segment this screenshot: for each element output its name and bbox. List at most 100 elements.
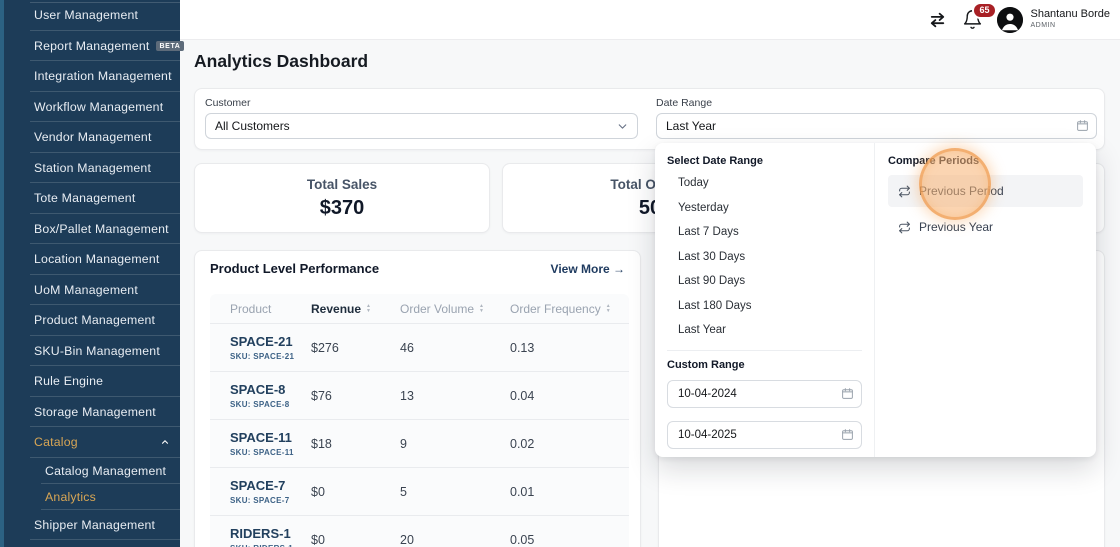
sidebar-item-label: Tote Management: [34, 191, 135, 205]
order-frequency-cell: 0.05: [510, 533, 629, 547]
sidebar-item-catalog-management[interactable]: Catalog Management: [4, 458, 180, 484]
sidebar-item-label: SKU-Bin Management: [34, 344, 160, 358]
sidebar-item-tote-management[interactable]: Tote Management: [4, 183, 180, 214]
sidebar-item-label: Vendor Management: [34, 130, 152, 144]
table-row: SPACE-21SKU: SPACE-21 $276 46 0.13: [210, 323, 629, 371]
revenue-cell: $0: [311, 533, 400, 547]
table-header-row: Product Revenue▲▼ Order Volume▲▼ Order F…: [210, 294, 629, 323]
page-title: Analytics Dashboard: [194, 51, 368, 72]
sidebar-item-label: Product Management: [34, 313, 155, 327]
revenue-cell: $276: [311, 341, 400, 355]
column-header-revenue[interactable]: Revenue▲▼: [311, 302, 400, 316]
revenue-cell: $76: [311, 389, 400, 403]
product-sku: SKU: SPACE-8: [230, 400, 311, 409]
sidebar-item-product-management[interactable]: Product Management: [4, 305, 180, 336]
product-sku: SKU: SPACE-7: [230, 496, 311, 505]
date-option-last-30-days[interactable]: Last 30 Days: [667, 245, 862, 270]
customer-field-group: Customer All Customers: [205, 97, 638, 139]
section-title: Product Level Performance: [210, 261, 379, 276]
customer-select-value: All Customers: [215, 119, 290, 133]
beta-badge: BETA: [156, 41, 185, 51]
sidebar-item-storage-management[interactable]: Storage Management: [4, 397, 180, 428]
custom-range-end-input[interactable]: [667, 421, 862, 449]
sidebar-item-label: Catalog Management: [45, 464, 166, 478]
sidebar-item-uom-management[interactable]: UoM Management: [4, 275, 180, 306]
compare-option-previous-period[interactable]: Previous Period: [888, 175, 1083, 207]
date-option-today[interactable]: Today: [667, 171, 862, 196]
compare-option-label: Previous Period: [919, 184, 1004, 198]
view-more-link[interactable]: View More →: [551, 262, 625, 276]
sidebar-nav: User Management Report ManagementBETA In…: [4, 0, 180, 540]
order-frequency-cell: 0.02: [510, 437, 629, 451]
sidebar-item-report-management[interactable]: Report ManagementBETA: [4, 31, 180, 62]
sidebar-item-label: Box/Pallet Management: [34, 222, 169, 236]
revenue-cell: $18: [311, 437, 400, 451]
sidebar-item-station-management[interactable]: Station Management: [4, 153, 180, 184]
main-content: Analytics Dashboard Customer All Custome…: [180, 40, 1120, 547]
transfer-button[interactable]: [927, 9, 948, 30]
sidebar-item-sku-bin-management[interactable]: SKU-Bin Management: [4, 336, 180, 367]
swap-arrows-icon: [927, 9, 948, 30]
sort-icon: ▲▼: [366, 304, 371, 313]
calendar-icon[interactable]: [1076, 119, 1089, 132]
product-name: RIDERS-1: [230, 526, 311, 542]
sidebar-item-workflow-management[interactable]: Workflow Management: [4, 92, 180, 123]
sidebar-item-label: Station Management: [34, 161, 151, 175]
product-performance-card: Product Level Performance View More → Pr…: [194, 250, 641, 547]
sidebar-item-label: Workflow Management: [34, 100, 163, 114]
user-meta: Shantanu Borde ADMIN: [1030, 8, 1110, 31]
order-volume-cell: 46: [400, 341, 510, 355]
product-name: SPACE-7: [230, 478, 311, 494]
custom-range-title: Custom Range: [667, 359, 862, 371]
column-header-order-volume[interactable]: Order Volume▲▼: [400, 302, 510, 316]
table-row: SPACE-7SKU: SPACE-7 $0 5 0.01: [210, 467, 629, 515]
revenue-cell: $0: [311, 485, 400, 499]
compare-periods-column: Compare Periods Previous Period Previous…: [875, 143, 1096, 457]
notifications-button[interactable]: 65: [962, 9, 983, 30]
sidebar-item-catalog[interactable]: Catalog: [4, 427, 180, 458]
date-option-last-180-days[interactable]: Last 180 Days: [667, 294, 862, 319]
calendar-icon[interactable]: [841, 428, 854, 441]
compare-option-previous-year[interactable]: Previous Year: [888, 211, 1083, 243]
product-name: SPACE-8: [230, 382, 311, 398]
select-date-range-title: Select Date Range: [667, 155, 862, 167]
date-option-yesterday[interactable]: Yesterday: [667, 196, 862, 221]
sidebar-item-label: Integration Management: [34, 69, 172, 83]
sidebar-item-label: Location Management: [34, 252, 159, 266]
product-sku: SKU: SPACE-11: [230, 448, 311, 457]
sidebar-item-shipper-management[interactable]: Shipper Management: [4, 510, 180, 541]
filters-card: Customer All Customers Date Range: [194, 88, 1105, 150]
divider: [667, 350, 862, 351]
topbar: 65 Shantanu Borde ADMIN: [180, 0, 1120, 40]
total-sales-card: Total Sales $370: [194, 163, 490, 233]
calendar-icon[interactable]: [841, 387, 854, 400]
table-row: SPACE-11SKU: SPACE-11 $18 9 0.02: [210, 419, 629, 467]
product-name: SPACE-21: [230, 334, 311, 350]
user-menu[interactable]: Shantanu Borde ADMIN: [997, 7, 1110, 33]
date-range-input[interactable]: [656, 113, 1097, 139]
sidebar-item-label: Report Management: [34, 39, 150, 53]
table-row: SPACE-8SKU: SPACE-8 $76 13 0.04: [210, 371, 629, 419]
sidebar-item-label: Analytics: [45, 490, 96, 504]
sidebar-item-box-pallet-management[interactable]: Box/Pallet Management: [4, 214, 180, 245]
date-option-last-7-days[interactable]: Last 7 Days: [667, 220, 862, 245]
sidebar-item-integration-management[interactable]: Integration Management: [4, 61, 180, 92]
sort-icon: ▲▼: [479, 304, 484, 313]
column-header-product: Product: [210, 302, 311, 316]
sidebar-item-label: Rule Engine: [34, 374, 103, 388]
sidebar-item-rule-engine[interactable]: Rule Engine: [4, 366, 180, 397]
sidebar-item-analytics[interactable]: Analytics: [4, 484, 180, 510]
sidebar-item-location-management[interactable]: Location Management: [4, 244, 180, 275]
customer-select[interactable]: All Customers: [205, 113, 638, 139]
customer-label: Customer: [205, 97, 638, 109]
sidebar-item-vendor-management[interactable]: Vendor Management: [4, 122, 180, 153]
custom-range-start-input[interactable]: [667, 380, 862, 408]
date-option-last-year[interactable]: Last Year: [667, 318, 862, 343]
column-header-order-frequency[interactable]: Order Frequency▲▼: [510, 302, 629, 316]
column-label: Product: [230, 302, 271, 316]
date-option-last-90-days[interactable]: Last 90 Days: [667, 269, 862, 294]
user-role: ADMIN: [1030, 22, 1110, 31]
sidebar-item-user-management[interactable]: User Management: [4, 0, 180, 31]
order-volume-cell: 20: [400, 533, 510, 547]
column-label: Order Frequency: [510, 302, 601, 316]
